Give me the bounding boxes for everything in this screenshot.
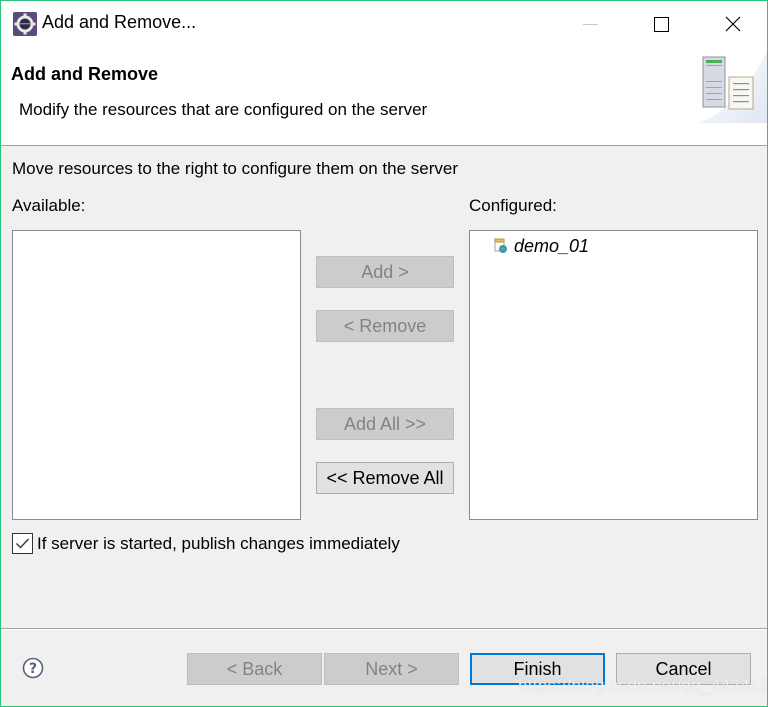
banner-title: Add and Remove xyxy=(11,64,159,84)
close-icon xyxy=(725,16,741,32)
add-all-button[interactable]: Add All >> xyxy=(316,408,454,440)
publish-checkbox-row[interactable]: If server is started, publish changes im… xyxy=(12,533,400,554)
banner-description: Modify the resources that are configured… xyxy=(19,100,428,119)
title-bar[interactable]: Add and Remove... xyxy=(1,1,767,47)
footer-divider xyxy=(1,628,767,630)
configured-item-name: demo_01 xyxy=(514,235,590,256)
finish-button[interactable]: Finish xyxy=(470,653,605,685)
publish-checkbox[interactable] xyxy=(12,533,33,554)
instruction-text: Move resources to the right to configure… xyxy=(12,159,459,178)
add-remove-dialog: Add and Remove... Add and Remove Modify … xyxy=(0,0,768,707)
minimize-button[interactable] xyxy=(567,1,613,47)
back-button[interactable]: < Back xyxy=(187,653,322,685)
close-button[interactable] xyxy=(710,1,756,47)
checkmark-icon xyxy=(16,538,30,549)
window-title: Add and Remove... xyxy=(42,12,197,32)
publish-checkbox-label: If server is started, publish changes im… xyxy=(37,533,400,553)
available-label: Available: xyxy=(12,196,86,215)
next-button[interactable]: Next > xyxy=(324,653,459,685)
list-item[interactable]: demo_01 xyxy=(494,235,589,257)
maximize-button[interactable] xyxy=(638,1,684,47)
help-icon[interactable]: ? xyxy=(22,657,44,679)
svg-text:?: ? xyxy=(29,661,37,677)
cancel-button[interactable]: Cancel xyxy=(616,653,751,685)
maximize-icon xyxy=(653,16,669,32)
wizard-banner: Add and Remove Modify the resources that… xyxy=(1,47,767,146)
configured-label: Configured: xyxy=(469,196,557,215)
minimize-icon xyxy=(582,23,598,25)
remove-all-button[interactable]: << Remove All xyxy=(316,462,454,494)
remove-button[interactable]: < Remove xyxy=(316,310,454,342)
add-button[interactable]: Add > xyxy=(316,256,454,288)
server-wizard-banner-icon xyxy=(699,51,767,123)
web-project-icon xyxy=(494,238,507,253)
eclipse-gear-icon xyxy=(13,12,37,36)
available-list[interactable] xyxy=(12,230,301,520)
configured-list[interactable]: demo_01 xyxy=(469,230,758,520)
